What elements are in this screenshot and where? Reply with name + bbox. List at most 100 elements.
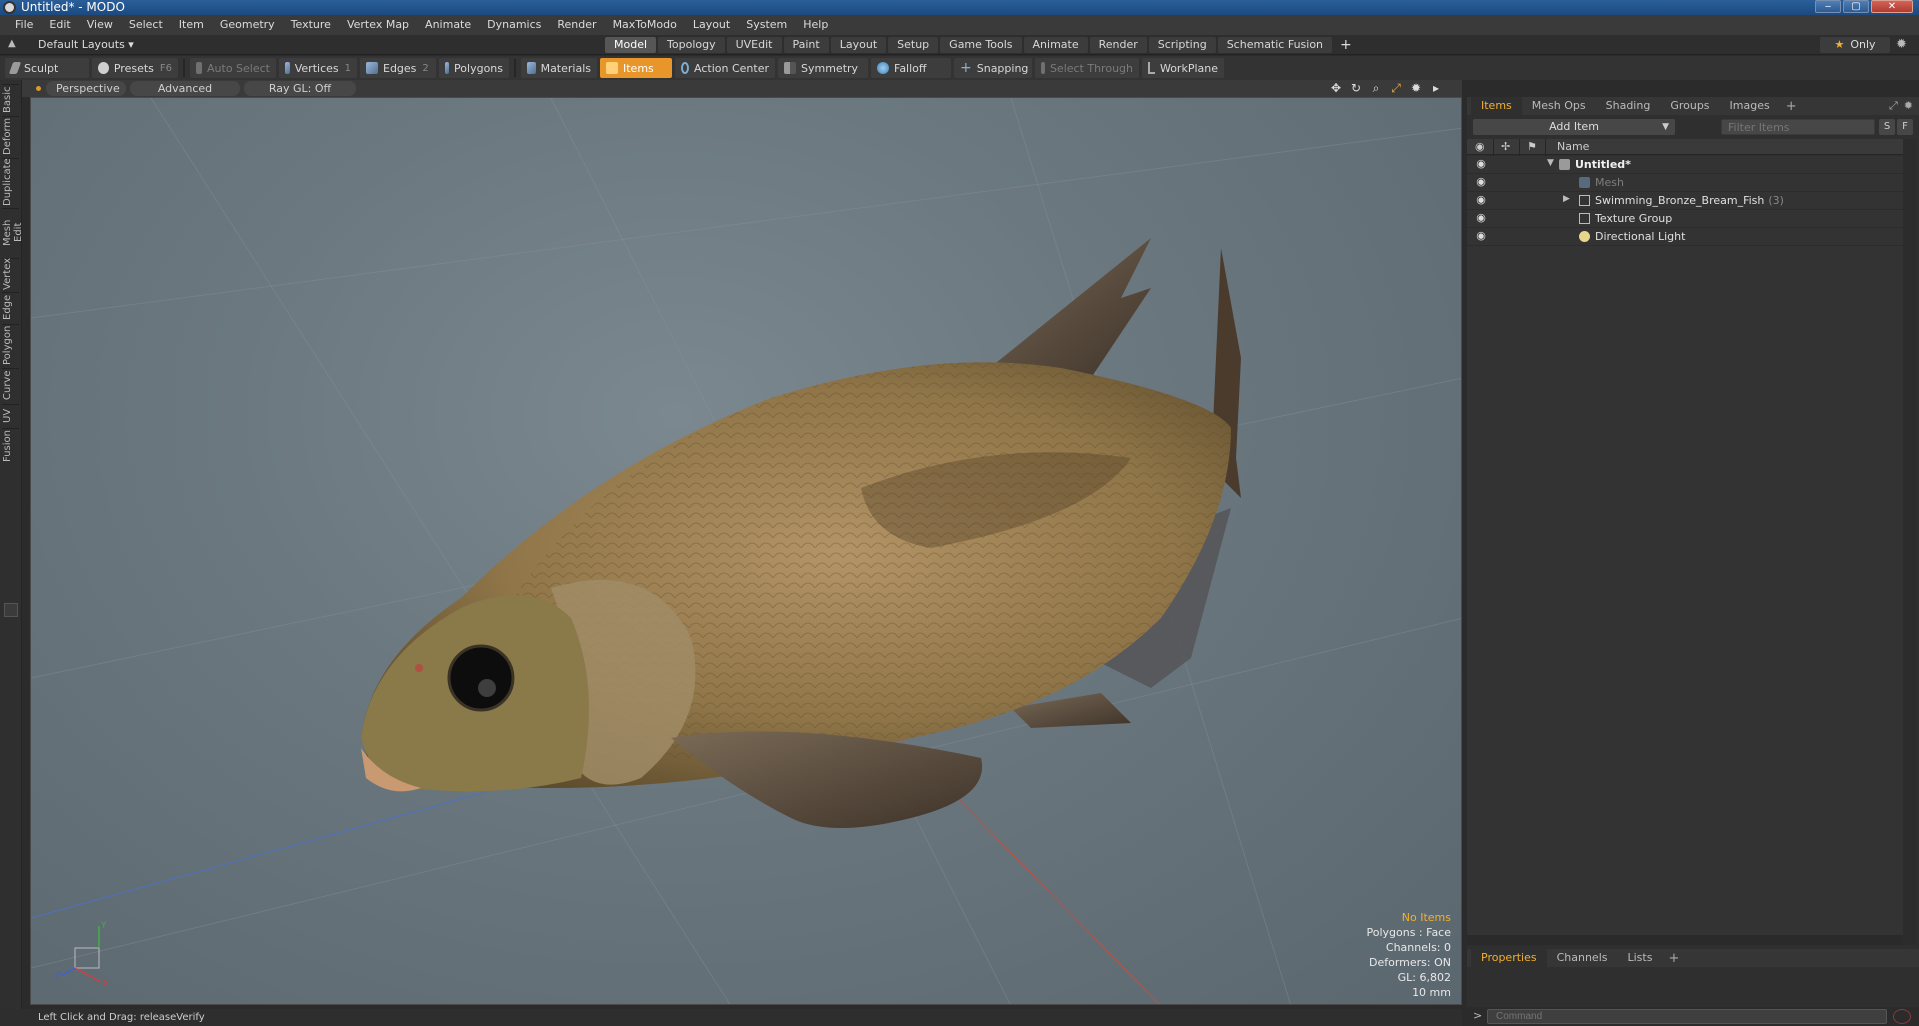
tab-shading[interactable]: Shading	[1596, 97, 1661, 115]
tab-paint[interactable]: Paint	[783, 37, 829, 53]
menu-geometry[interactable]: Geometry	[212, 15, 283, 35]
only-button[interactable]: ★ Only	[1820, 37, 1890, 53]
tab-lists[interactable]: Lists	[1618, 949, 1663, 967]
tab-scripting[interactable]: Scripting	[1148, 37, 1216, 53]
eye-icon[interactable]: ◉	[1475, 230, 1487, 242]
eye-icon[interactable]: ◉	[1475, 158, 1487, 170]
workplane-button[interactable]: WorkPlane	[1142, 58, 1224, 78]
menu-render[interactable]: Render	[549, 15, 604, 35]
menu-dynamics[interactable]: Dynamics	[479, 15, 549, 35]
add-layout-tab-button[interactable]: +	[1334, 37, 1358, 53]
vtab-mesh-edit[interactable]: Mesh Edit	[2, 208, 24, 256]
command-input[interactable]	[1487, 1009, 1887, 1024]
sculpt-button[interactable]: Sculpt	[5, 58, 89, 78]
default-layouts-dropdown[interactable]: Default Layouts ▾	[38, 35, 134, 55]
tab-layout[interactable]: Layout	[830, 37, 887, 53]
advanced-button[interactable]: Advanced	[130, 81, 240, 96]
eye-icon[interactable]: ◉	[1475, 194, 1487, 206]
select-through-button[interactable]: Select Through	[1035, 58, 1139, 78]
vtab-curve[interactable]: Curve	[2, 368, 19, 402]
menu-select[interactable]: Select	[121, 15, 171, 35]
name-column-header[interactable]: Name	[1557, 139, 1589, 155]
vtab-vertex[interactable]: Vertex	[2, 258, 19, 290]
expand-icon[interactable]: ⤢	[1889, 99, 1898, 113]
tab-render[interactable]: Render	[1089, 37, 1147, 53]
menu-item[interactable]: Item	[171, 15, 212, 35]
raygl-button[interactable]: Ray GL: Off	[244, 81, 356, 96]
vtab-fusion[interactable]: Fusion	[2, 428, 19, 464]
command-history-button[interactable]	[1893, 1009, 1911, 1024]
fit-icon[interactable]: ⤢	[1388, 81, 1404, 96]
vtab-basic[interactable]: Basic	[2, 84, 19, 114]
panel-settings-icon[interactable]: ✹	[1904, 99, 1913, 113]
symmetry-button[interactable]: Symmetry	[778, 58, 868, 78]
tab-uvedit[interactable]: UVEdit	[726, 37, 782, 53]
edges-button[interactable]: Edges 2	[360, 58, 436, 78]
menu-layout[interactable]: Layout	[685, 15, 738, 35]
vtab-polygon[interactable]: Polygon	[2, 324, 19, 366]
menu-texture[interactable]: Texture	[283, 15, 339, 35]
menu-edit[interactable]: Edit	[41, 15, 78, 35]
tree-row[interactable]: ◉ ▶ Swimming_Bronze_Bream_Fish (3)	[1467, 192, 1903, 210]
rotate-icon[interactable]: ↻	[1348, 81, 1364, 96]
pan-icon[interactable]: ✥	[1328, 81, 1344, 96]
tab-animate[interactable]: Animate	[1023, 37, 1088, 53]
layout-switch-icon[interactable]: ▲	[8, 38, 16, 49]
f-button[interactable]: F	[1897, 119, 1913, 135]
snapping-button[interactable]: + Snapping	[954, 58, 1032, 78]
3d-viewport[interactable]: X Y Z No Items Polygons : Face Channels:…	[30, 97, 1462, 1005]
vtab-deform[interactable]: Deform	[2, 116, 19, 156]
close-button[interactable]: ✕	[1871, 0, 1913, 13]
eye-icon[interactable]: ◉	[1475, 212, 1487, 224]
add-properties-tab-button[interactable]: +	[1662, 951, 1685, 966]
tree-row[interactable]: ◉ ▼ Untitled*	[1467, 156, 1903, 174]
action-center-button[interactable]: Action Center	[675, 58, 775, 78]
expand-arrow-icon[interactable]: ▶	[1563, 194, 1570, 204]
eye-icon[interactable]: ◉	[1475, 176, 1487, 188]
tree-row[interactable]: ◉ Directional Light	[1467, 228, 1903, 246]
add-panel-tab-button[interactable]: +	[1780, 99, 1803, 114]
presets-button[interactable]: Presets F6	[92, 58, 178, 78]
expand-strip-button[interactable]	[4, 603, 18, 617]
vertices-button[interactable]: Vertices 1	[279, 58, 357, 78]
tab-schematic-fusion[interactable]: Schematic Fusion	[1217, 37, 1333, 53]
maximize-button[interactable]: ▢	[1843, 0, 1869, 13]
falloff-button[interactable]: Falloff	[871, 58, 951, 78]
vtab-edge[interactable]: Edge	[2, 292, 19, 322]
tree-row[interactable]: ◉ Texture Group	[1467, 210, 1903, 228]
zoom-icon[interactable]: ⌕	[1368, 81, 1384, 96]
menu-vertex-map[interactable]: Vertex Map	[339, 15, 417, 35]
tab-game-tools[interactable]: Game Tools	[940, 37, 1022, 53]
tab-setup[interactable]: Setup	[888, 37, 939, 53]
tab-groups[interactable]: Groups	[1660, 97, 1719, 115]
tab-items[interactable]: Items	[1471, 97, 1522, 115]
s-button[interactable]: S	[1879, 119, 1895, 135]
perspective-button[interactable]: Perspective	[46, 81, 126, 96]
tree-row[interactable]: ◉ Mesh	[1467, 174, 1903, 192]
tab-topology[interactable]: Topology	[658, 37, 725, 53]
items-vertical-scrollbar[interactable]	[1903, 139, 1917, 945]
tab-images[interactable]: Images	[1720, 97, 1780, 115]
collapse-arrow-icon[interactable]: ▼	[1547, 158, 1554, 168]
items-button[interactable]: Items	[600, 58, 672, 78]
tab-mesh-ops[interactable]: Mesh Ops	[1522, 97, 1596, 115]
vtab-duplicate[interactable]: Duplicate	[2, 158, 19, 206]
menu-view[interactable]: View	[79, 15, 121, 35]
minimize-button[interactable]: ‒	[1815, 0, 1841, 13]
items-horizontal-scrollbar[interactable]	[1467, 935, 1903, 945]
viewport-settings-icon[interactable]: ✹	[1408, 81, 1424, 96]
viewport-expand-icon[interactable]: ▸	[1428, 81, 1444, 96]
tab-model[interactable]: Model	[605, 37, 657, 53]
auto-select-button[interactable]: Auto Select	[190, 58, 276, 78]
menu-file[interactable]: File	[7, 15, 41, 35]
vtab-uv[interactable]: UV	[2, 404, 19, 426]
menu-animate[interactable]: Animate	[417, 15, 479, 35]
tab-properties[interactable]: Properties	[1471, 949, 1547, 967]
gear-icon[interactable]: ✹	[1896, 37, 1907, 52]
materials-button[interactable]: Materials	[521, 58, 597, 78]
menu-system[interactable]: System	[738, 15, 795, 35]
menu-maxtomodo[interactable]: MaxToModo	[605, 15, 685, 35]
filter-items-input[interactable]	[1721, 119, 1875, 135]
menu-help[interactable]: Help	[795, 15, 836, 35]
add-item-button[interactable]: Add Item ▼	[1473, 119, 1675, 135]
